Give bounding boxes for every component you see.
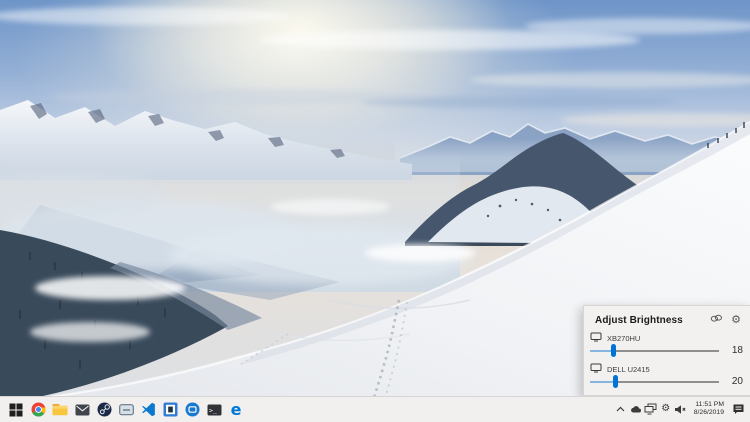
- brightness-slider[interactable]: [590, 344, 719, 357]
- volume-icon[interactable]: [674, 396, 688, 422]
- edge-icon[interactable]: e: [225, 397, 247, 422]
- adjust-brightness-panel: Adjust Brightness ⚙ XB270HU: [583, 305, 750, 396]
- monitor-name: XB270HU: [607, 334, 640, 343]
- steam-icon[interactable]: [93, 397, 115, 422]
- monitor-row: DELL U2415: [584, 364, 750, 374]
- chat-app-icon[interactable]: [115, 397, 137, 422]
- monitor-row: XB270HU: [584, 333, 750, 343]
- windows-logo-icon: [9, 403, 23, 417]
- start-button[interactable]: [5, 397, 27, 422]
- brightness-value: 20: [726, 376, 743, 387]
- panel-title: Adjust Brightness: [595, 315, 683, 326]
- blue-circle-app-icon[interactable]: [181, 397, 203, 422]
- link-displays-icon[interactable]: [710, 314, 723, 326]
- taskbar: >_ e: [0, 396, 750, 422]
- monitor-name: DELL U2415: [607, 365, 650, 374]
- slider-handle[interactable]: [611, 344, 616, 357]
- hidden-icons-chevron-icon[interactable]: [614, 396, 628, 422]
- slider-fill: [590, 381, 616, 383]
- clock-time: 11:51 PM: [695, 401, 724, 408]
- settings-gear-tray-icon[interactable]: ⚙: [659, 396, 673, 422]
- slider-handle[interactable]: [613, 375, 618, 388]
- system-tray: ⚙ 11:51 PM 8/26/2019: [614, 396, 750, 422]
- brightness-value: 18: [726, 345, 743, 356]
- file-explorer-icon[interactable]: [49, 397, 71, 422]
- slider-fill: [590, 350, 613, 352]
- cmd-glyph: >_: [209, 406, 217, 414]
- clock-date: 8/26/2019: [694, 409, 724, 416]
- desktop: Adjust Brightness ⚙ XB270HU: [0, 0, 750, 422]
- display-tray-icon[interactable]: [644, 396, 658, 422]
- chrome-icon[interactable]: [27, 397, 49, 422]
- vscode-icon[interactable]: [137, 397, 159, 422]
- gear-icon[interactable]: ⚙: [731, 315, 741, 326]
- mail-icon[interactable]: [71, 397, 93, 422]
- vm-app-icon[interactable]: [159, 397, 181, 422]
- action-center-icon[interactable]: [730, 396, 747, 422]
- brightness-slider[interactable]: [590, 375, 719, 388]
- clock[interactable]: 11:51 PM 8/26/2019: [689, 401, 729, 418]
- command-prompt-icon[interactable]: >_: [203, 397, 225, 422]
- onedrive-cloud-icon[interactable]: [629, 396, 643, 422]
